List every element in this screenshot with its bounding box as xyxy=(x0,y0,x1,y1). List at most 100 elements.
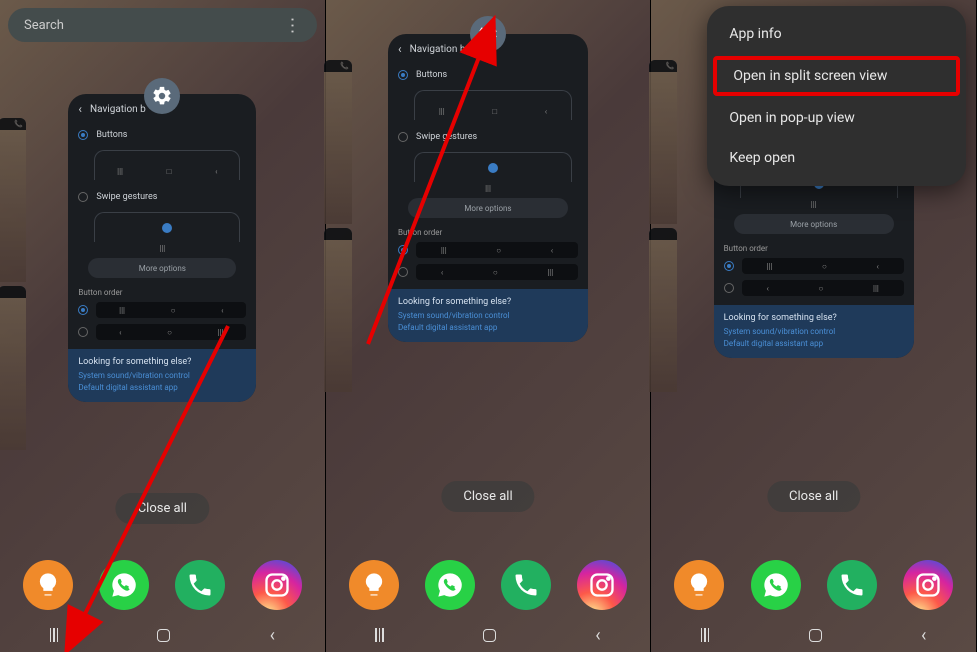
whatsapp-icon xyxy=(762,571,790,599)
footer-link-1: System sound/vibration control xyxy=(724,327,904,336)
dock xyxy=(651,560,976,610)
option-buttons: Buttons xyxy=(388,64,588,86)
more-options-button: More options xyxy=(734,214,894,234)
peek-thumb xyxy=(324,72,352,224)
lightbulb-icon xyxy=(685,571,713,599)
card-footer: Looking for something else? System sound… xyxy=(68,349,256,402)
back-icon: ‹ xyxy=(78,102,82,116)
recents-card-settings[interactable]: ‹ Navigation b... Buttons |||□‹ Swipe ge… xyxy=(388,34,588,342)
app-icon-phone[interactable] xyxy=(501,560,551,610)
phone-icon xyxy=(512,571,540,599)
lightbulb-icon xyxy=(360,571,388,599)
card-title: Navigation b... xyxy=(410,44,474,55)
instagram-icon xyxy=(263,571,291,599)
menu-app-info[interactable]: App info xyxy=(707,14,966,54)
radio-off-icon xyxy=(724,283,734,293)
radio-on-icon xyxy=(78,305,88,315)
app-icon-instagram[interactable] xyxy=(903,560,953,610)
more-icon[interactable]: ⋯ xyxy=(281,16,302,34)
screen-1: Search ⋯ 📞 ‹ Navigation b Buttons |||□‹ … xyxy=(0,0,326,652)
radio-on-icon xyxy=(398,70,408,80)
app-icon-whatsapp[interactable] xyxy=(425,560,475,610)
nav-recents-button[interactable] xyxy=(50,628,59,642)
app-icon-settings[interactable] xyxy=(470,16,506,52)
close-all-button[interactable]: Close all xyxy=(441,481,534,512)
radio-off-icon xyxy=(398,267,408,277)
navbar: ‹ xyxy=(651,618,976,652)
option-buttons: Buttons xyxy=(68,124,256,146)
nav-home-button[interactable] xyxy=(157,629,170,642)
app-icon-phone[interactable] xyxy=(827,560,877,610)
nav-recents-button[interactable] xyxy=(375,628,384,642)
button-order-row-1: |||○‹ xyxy=(714,255,914,277)
radio-off-icon xyxy=(398,132,408,142)
app-icon-tips[interactable] xyxy=(349,560,399,610)
swipe-hint: ||| xyxy=(94,244,230,252)
app-icon-tips[interactable] xyxy=(23,560,73,610)
app-icon-whatsapp[interactable] xyxy=(751,560,801,610)
close-all-label: Close all xyxy=(463,489,512,504)
peek-statusbar: 📞 xyxy=(324,60,352,72)
peek-thumb xyxy=(324,240,352,392)
close-all-button[interactable]: Close all xyxy=(767,481,860,512)
nav-back-button[interactable]: ‹ xyxy=(270,625,275,646)
whatsapp-icon xyxy=(436,571,464,599)
option-label: Swipe gestures xyxy=(416,132,477,142)
option-label: Buttons xyxy=(416,70,447,80)
nav-back-button[interactable]: ‹ xyxy=(921,625,926,646)
option-label: Swipe gestures xyxy=(96,192,157,202)
more-options-label: More options xyxy=(790,220,837,229)
app-icon-instagram[interactable] xyxy=(577,560,627,610)
peek-card-left-top[interactable]: 📞 xyxy=(324,60,352,224)
peek-statusbar xyxy=(324,228,352,240)
footer-link-1: System sound/vibration control xyxy=(78,371,246,380)
peek-card-left-top[interactable]: 📞 xyxy=(649,60,677,224)
search-placeholder: Search xyxy=(24,18,64,33)
peek-card-left-bottom[interactable] xyxy=(0,286,26,450)
screen-2: 📞 ‹ Navigation b... Buttons |||□‹ Swipe … xyxy=(326,0,652,652)
close-all-button[interactable]: Close all xyxy=(116,493,209,524)
peek-card-left-bottom[interactable] xyxy=(324,228,352,392)
nav-home-button[interactable] xyxy=(809,629,822,642)
footer-link-2: Default digital assistant app xyxy=(398,323,578,332)
app-icon-instagram[interactable] xyxy=(252,560,302,610)
btnbar-1: |||○‹ xyxy=(96,302,246,318)
peek-card-left-bottom[interactable] xyxy=(649,228,677,392)
button-order-label: Button order xyxy=(388,224,588,239)
button-order-label: Button order xyxy=(714,240,914,255)
app-icon-tips[interactable] xyxy=(674,560,724,610)
option-label: Buttons xyxy=(96,130,127,140)
instagram-icon xyxy=(588,571,616,599)
dock xyxy=(0,560,325,610)
app-icon-whatsapp[interactable] xyxy=(99,560,149,610)
option-swipe: Swipe gestures xyxy=(68,186,256,208)
menu-split-screen[interactable]: Open in split screen view xyxy=(713,56,960,96)
more-options-label: More options xyxy=(464,204,511,213)
btnbar-2: ‹○||| xyxy=(96,324,246,340)
btnbar-1: |||○‹ xyxy=(416,242,578,258)
menu-label: Open in split screen view xyxy=(733,68,887,84)
phone-icon xyxy=(186,571,214,599)
app-icon-phone[interactable] xyxy=(175,560,225,610)
more-options-label: More options xyxy=(139,264,186,273)
recents-card-settings[interactable]: ‹ Navigation b Buttons |||□‹ Swipe gestu… xyxy=(68,94,256,402)
radio-off-icon xyxy=(78,192,88,202)
search-bar[interactable]: Search ⋯ xyxy=(8,8,317,42)
nav-back-button[interactable]: ‹ xyxy=(595,625,600,646)
radio-off-icon xyxy=(78,327,88,337)
nav-home-button[interactable] xyxy=(483,629,496,642)
app-icon-settings[interactable] xyxy=(144,78,180,114)
menu-popup-view[interactable]: Open in pop-up view xyxy=(707,98,966,138)
peek-thumb xyxy=(649,72,677,224)
peek-card-left-top[interactable]: 📞 xyxy=(0,118,26,282)
button-order-row-1: |||○‹ xyxy=(68,299,256,321)
menu-keep-open[interactable]: Keep open xyxy=(707,138,966,178)
whatsapp-icon xyxy=(110,571,138,599)
card-footer: Looking for something else? System sound… xyxy=(388,289,588,342)
card-title: Navigation b xyxy=(90,104,146,115)
nav-recents-button[interactable] xyxy=(701,628,710,642)
button-order-label: Button order xyxy=(68,284,256,299)
close-all-label: Close all xyxy=(789,489,838,504)
btnbar-2: ‹○||| xyxy=(742,280,904,296)
gear-icon xyxy=(477,23,499,45)
